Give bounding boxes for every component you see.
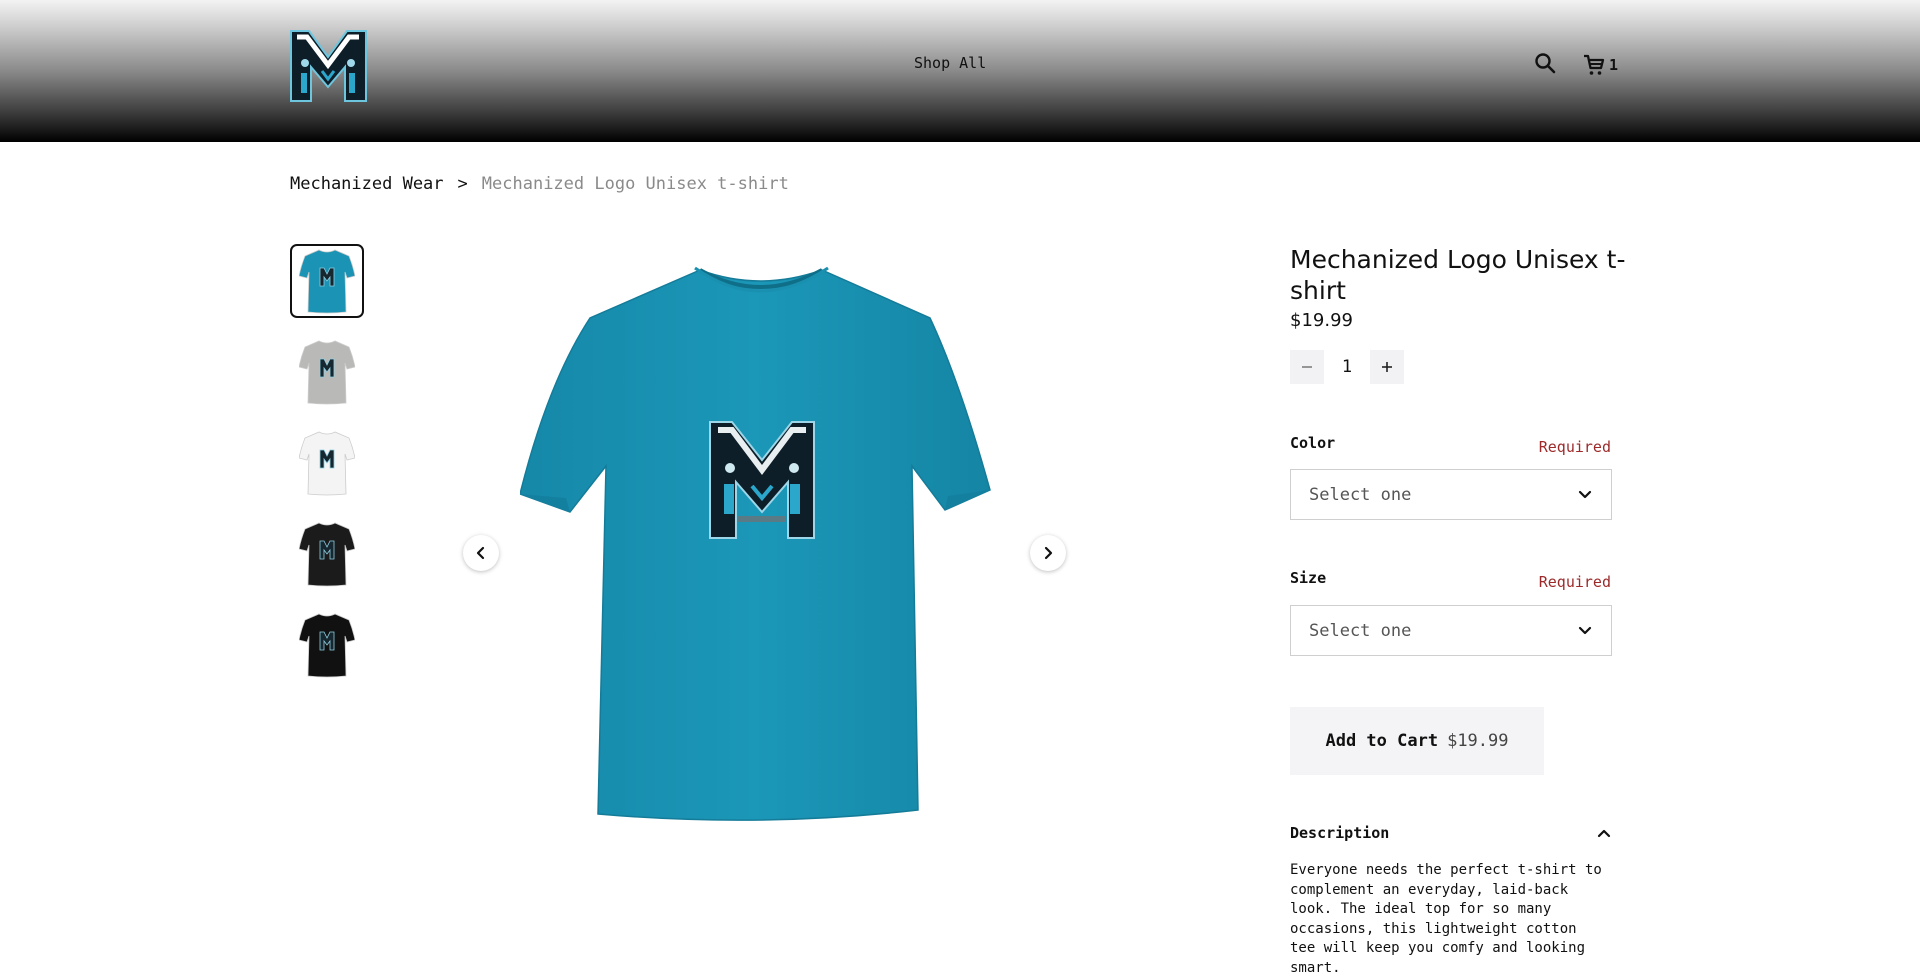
quantity-value[interactable]: 1 bbox=[1328, 357, 1366, 377]
add-to-cart-price: $19.99 bbox=[1447, 731, 1509, 751]
size-select[interactable]: Select one bbox=[1290, 605, 1612, 656]
color-label: Color bbox=[1290, 434, 1336, 452]
minus-icon bbox=[1302, 366, 1312, 368]
cart-button[interactable]: 1 bbox=[1582, 52, 1618, 78]
site-header: Shop All 1 bbox=[0, 0, 1920, 142]
chevron-right-icon bbox=[1044, 546, 1053, 560]
thumbnail-4[interactable] bbox=[290, 517, 364, 591]
chevron-down-icon bbox=[1578, 626, 1592, 634]
breadcrumb-parent-link[interactable]: Mechanized Wear bbox=[290, 174, 444, 194]
breadcrumb: Mechanized Wear > Mechanized Logo Unisex… bbox=[290, 174, 789, 194]
thumbnail-list bbox=[290, 244, 364, 699]
quantity-increase-button[interactable] bbox=[1370, 350, 1404, 384]
breadcrumb-current: Mechanized Logo Unisex t-shirt bbox=[481, 174, 789, 194]
nav-shop-all[interactable]: Shop All bbox=[914, 54, 986, 72]
size-label: Size bbox=[1290, 569, 1327, 587]
tshirt-thumbnail-image bbox=[299, 340, 355, 405]
size-select-value: Select one bbox=[1309, 620, 1412, 641]
tshirt-thumbnail-image bbox=[299, 522, 355, 587]
tshirt-image bbox=[519, 266, 991, 821]
thumbnail-3[interactable] bbox=[290, 426, 364, 500]
add-to-cart-button[interactable]: Add to Cart $19.99 bbox=[1290, 707, 1544, 775]
color-select-value: Select one bbox=[1309, 484, 1412, 505]
thumbnail-5[interactable] bbox=[290, 608, 364, 682]
thumbnail-2[interactable] bbox=[290, 335, 364, 409]
chevron-left-icon bbox=[476, 546, 485, 560]
add-to-cart-label: Add to Cart bbox=[1325, 731, 1439, 751]
cart-icon bbox=[1584, 54, 1605, 75]
tshirt-thumbnail-image bbox=[299, 431, 355, 496]
carousel-next-button[interactable] bbox=[1030, 535, 1066, 571]
search-button[interactable] bbox=[1534, 52, 1558, 76]
thumbnail-1[interactable] bbox=[290, 244, 364, 318]
description-toggle[interactable]: Description bbox=[1290, 824, 1612, 842]
product-title: Mechanized Logo Unisex t-shirt bbox=[1290, 245, 1626, 305]
product-price: $19.99 bbox=[1290, 310, 1353, 331]
breadcrumb-separator: > bbox=[457, 174, 468, 194]
plus-icon bbox=[1382, 362, 1392, 372]
quantity-stepper: 1 bbox=[1290, 350, 1404, 384]
tshirt-thumbnail-image bbox=[299, 613, 355, 678]
m-logo-icon bbox=[290, 30, 367, 102]
carousel-prev-button[interactable] bbox=[463, 535, 499, 571]
tshirt-thumbnail-image bbox=[299, 249, 355, 314]
quantity-decrease-button[interactable] bbox=[1290, 350, 1324, 384]
description-text: Everyone needs the perfect t-shirt to co… bbox=[1290, 862, 1602, 976]
chevron-up-icon bbox=[1597, 829, 1611, 838]
size-required-label: Required bbox=[1538, 573, 1611, 591]
search-icon bbox=[1535, 53, 1556, 74]
color-required-label: Required bbox=[1538, 438, 1611, 456]
chevron-down-icon bbox=[1578, 490, 1592, 498]
brand-logo[interactable] bbox=[287, 27, 370, 105]
main-product-image bbox=[519, 262, 1000, 832]
cart-count-badge: 1 bbox=[1609, 56, 1619, 74]
description-title: Description bbox=[1290, 824, 1390, 842]
color-select[interactable]: Select one bbox=[1290, 469, 1612, 520]
